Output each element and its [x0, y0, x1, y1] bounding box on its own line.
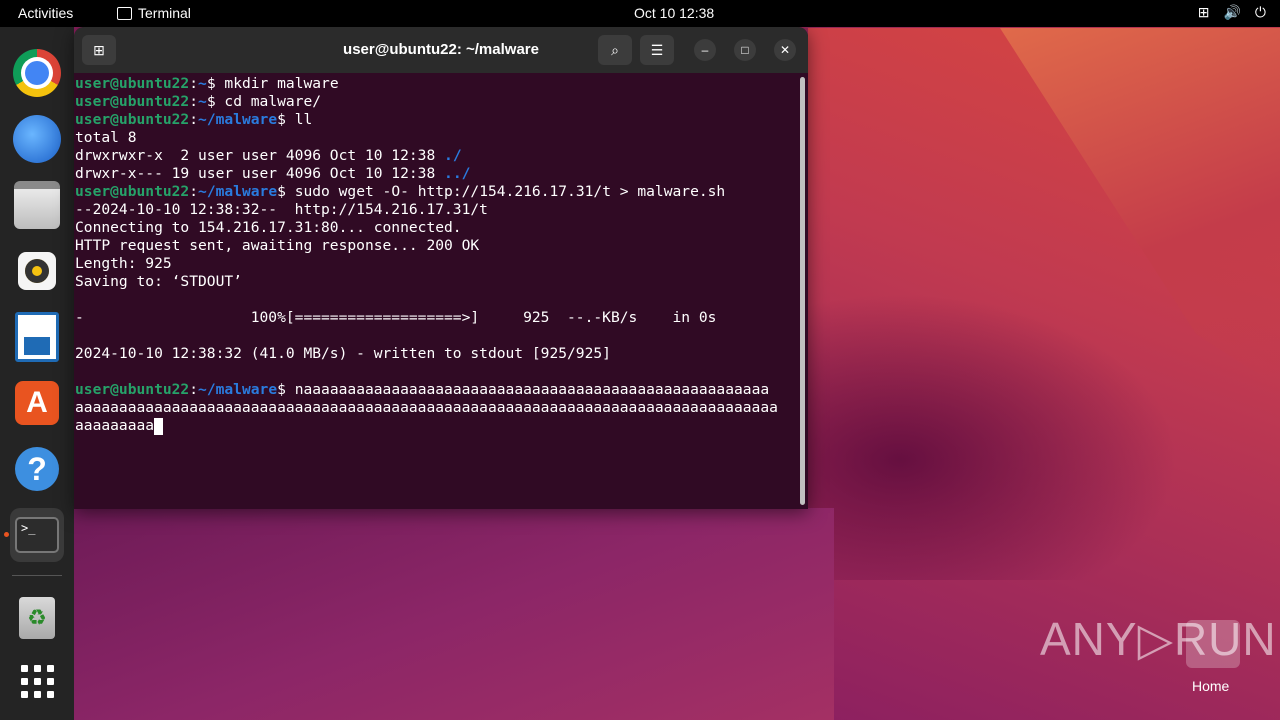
terminal-line: aaaaaaaaa: [75, 417, 797, 435]
terminal-line: --2024-10-10 12:38:32-- http://154.216.1…: [75, 201, 488, 218]
terminal-line: user@ubuntu22:~$ mkdir malware: [75, 75, 339, 92]
title-bar[interactable]: ⊞ user@ubuntu22: ~/malware ⌕ ☰ – □ ✕: [74, 27, 808, 73]
search-button[interactable]: ⌕: [598, 35, 632, 65]
app-center-icon: A: [15, 381, 59, 425]
apps-grid-icon: [21, 665, 54, 698]
volume-icon[interactable]: 🔊: [1223, 4, 1240, 21]
network-icon[interactable]: ⊞: [1198, 4, 1210, 21]
files-icon: [14, 181, 60, 229]
dock-files[interactable]: [10, 178, 64, 232]
system-tray[interactable]: ⊞ 🔊 ⏻: [1198, 4, 1266, 21]
scrollbar[interactable]: [800, 77, 805, 505]
dock-thunderbird[interactable]: [10, 112, 64, 166]
terminal-line: - 100%[===================>] 925 --.-KB/…: [75, 309, 717, 326]
clock[interactable]: Oct 10 12:38: [634, 5, 714, 21]
home-folder-icon[interactable]: [1186, 620, 1240, 668]
menu-button[interactable]: ☰: [640, 35, 674, 65]
terminal-icon: [117, 6, 132, 20]
wallpaper-shape: [74, 508, 834, 720]
rhythmbox-icon: [18, 252, 56, 290]
app-menu[interactable]: Terminal: [117, 5, 191, 21]
anyrun-watermark: ANY▷RUN: [1040, 613, 1277, 665]
help-icon: ?: [15, 447, 59, 491]
power-icon[interactable]: ⏻: [1255, 4, 1266, 21]
show-apps-button[interactable]: [10, 654, 64, 708]
terminal-line: Length: 925: [75, 255, 172, 272]
dock-rhythmbox[interactable]: [10, 244, 64, 298]
terminal-line: user@ubuntu22:~/malware$ ll: [75, 111, 313, 128]
terminal-line: 2024-10-10 12:38:32 (41.0 MB/s) - writte…: [75, 345, 611, 362]
writer-icon: [15, 312, 59, 362]
terminal-line: HTTP request sent, awaiting response... …: [75, 237, 480, 254]
terminal-line: drwxr-x--- 19 user user 4096 Oct 10 12:3…: [75, 165, 471, 182]
close-button[interactable]: ✕: [774, 39, 796, 61]
terminal-line: total 8: [75, 129, 137, 146]
dock-chrome[interactable]: [10, 46, 64, 100]
home-label[interactable]: Home: [1192, 678, 1229, 694]
dock-writer[interactable]: [10, 310, 64, 364]
dock-help[interactable]: ?: [10, 442, 64, 496]
terminal-window[interactable]: ⊞ user@ubuntu22: ~/malware ⌕ ☰ – □ ✕ use…: [74, 27, 808, 509]
dock-separator: [12, 575, 62, 576]
thunderbird-icon: [13, 115, 61, 163]
terminal-line: user@ubuntu22:~/malware$ sudo wget -O- h…: [75, 183, 726, 200]
terminal-line: Connecting to 154.216.17.31:80... connec…: [75, 219, 462, 236]
activities-button[interactable]: Activities: [18, 5, 73, 21]
chrome-icon: [13, 49, 61, 97]
terminal-line: Saving to: ‘STDOUT’: [75, 273, 242, 290]
dock: A ? >_ ♻: [0, 27, 74, 720]
dock-trash[interactable]: ♻: [10, 591, 64, 645]
maximize-button[interactable]: □: [734, 39, 756, 61]
minimize-button[interactable]: –: [694, 39, 716, 61]
terminal-line: aaaaaaaaaaaaaaaaaaaaaaaaaaaaaaaaaaaaaaaa…: [75, 399, 778, 416]
text-cursor: [154, 418, 164, 435]
app-name: Terminal: [138, 5, 191, 21]
top-bar: Activities Terminal Oct 10 12:38 ⊞ 🔊 ⏻: [0, 0, 1280, 27]
dock-terminal[interactable]: >_: [10, 508, 64, 562]
terminal-line: drwxrwxr-x 2 user user 4096 Oct 10 12:38…: [75, 147, 462, 164]
terminal-icon: >_: [15, 517, 59, 553]
trash-icon: ♻: [19, 597, 55, 639]
dock-app-center[interactable]: A: [10, 376, 64, 430]
terminal-line: user@ubuntu22:~$ cd malware/: [75, 93, 322, 110]
terminal-line: user@ubuntu22:~/malware$ naaaaaaaaaaaaaa…: [75, 381, 770, 398]
terminal-output[interactable]: user@ubuntu22:~$ mkdir malware user@ubun…: [75, 75, 797, 495]
running-indicator: [4, 532, 9, 537]
